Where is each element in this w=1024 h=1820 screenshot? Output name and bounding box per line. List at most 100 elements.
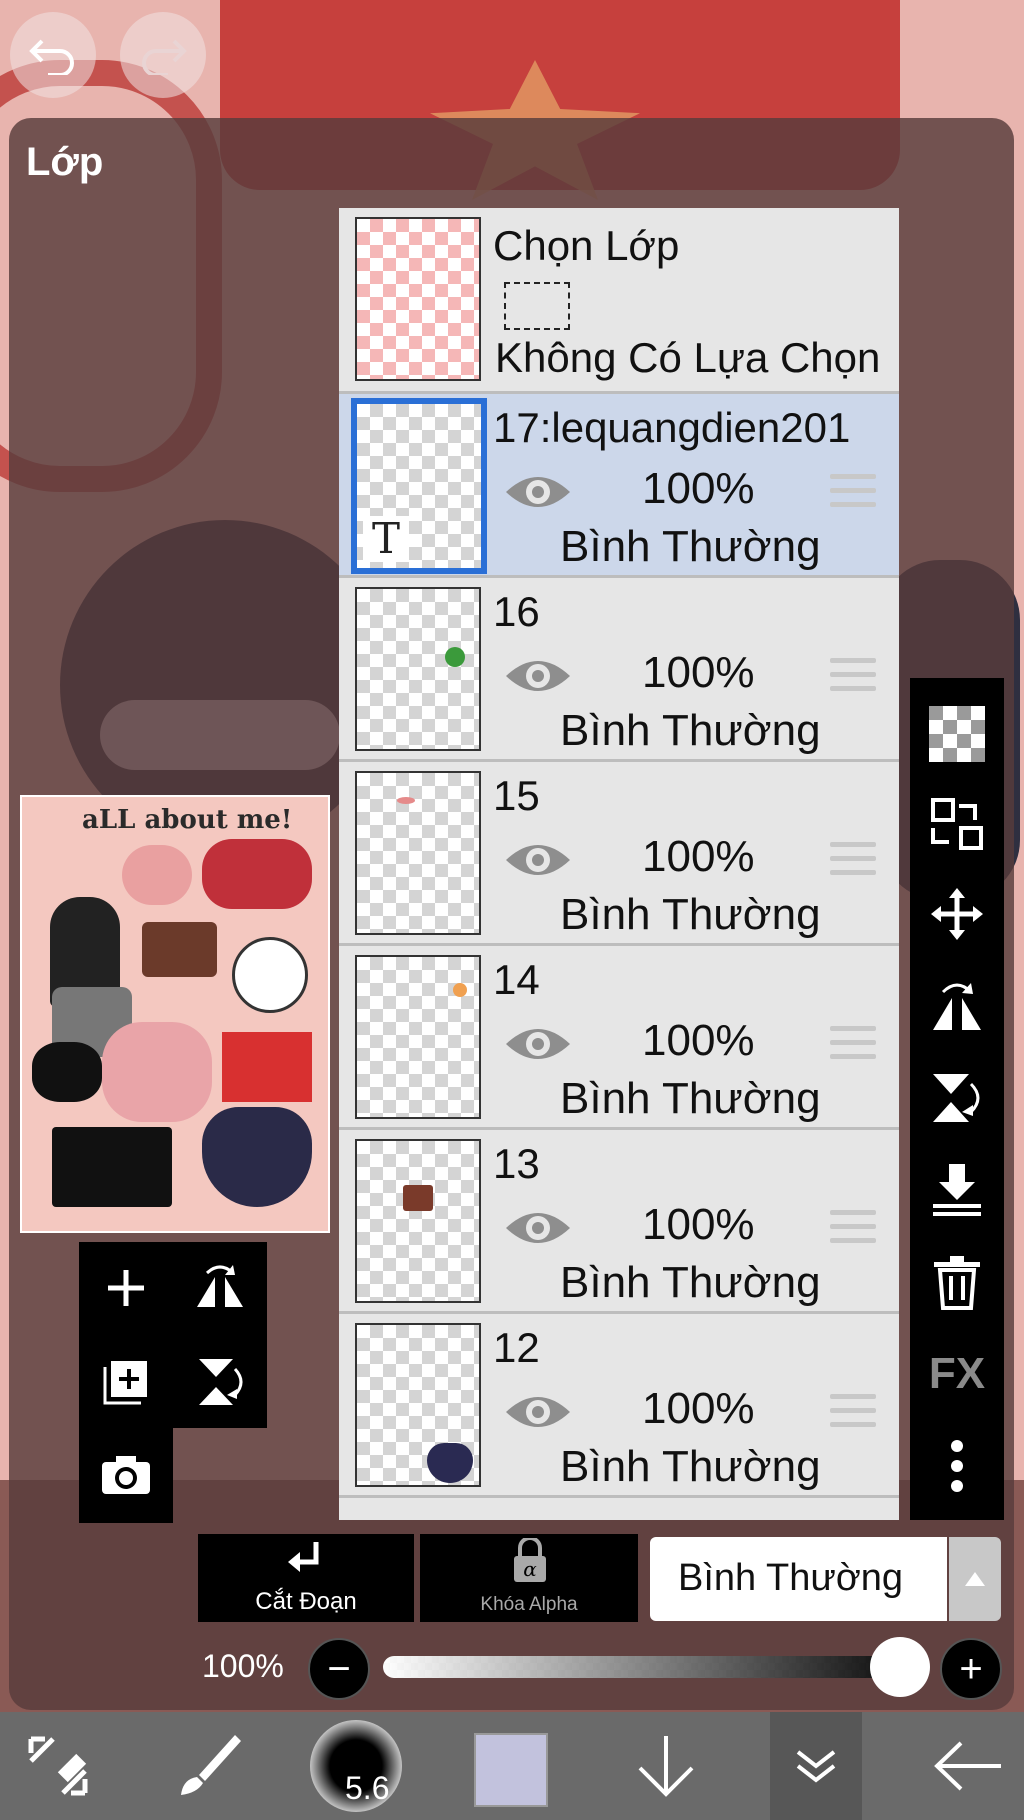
- selection-marquee-icon: [504, 282, 570, 330]
- layer-name: 15: [493, 772, 540, 819]
- selection-status: Không Có Lựa Chọn: [495, 334, 881, 381]
- undo-button[interactable]: [10, 12, 96, 98]
- layer-name: 12: [493, 1324, 540, 1371]
- eye-icon[interactable]: [504, 470, 572, 514]
- layer-row-13[interactable]: 13 100% Bình Thường: [339, 1130, 899, 1314]
- back-button[interactable]: [920, 1712, 1016, 1820]
- layer-row-15[interactable]: 15 100% Bình Thường: [339, 762, 899, 946]
- move-arrows-icon: [931, 888, 983, 940]
- preview-title-art: aLL about me!: [82, 805, 293, 835]
- drag-handle-icon[interactable]: [830, 1394, 876, 1436]
- opacity-decrease-button[interactable]: −: [308, 1638, 370, 1700]
- selection-layer[interactable]: Chọn Lớp Không Có Lựa Chọn: [339, 208, 899, 394]
- layer-swap-button[interactable]: [910, 778, 1004, 870]
- layer-opacity: 100%: [642, 1384, 755, 1433]
- opacity-label: 100%: [202, 1648, 284, 1684]
- layer-opacity: 100%: [642, 1200, 755, 1249]
- preview-heart: [202, 1107, 312, 1207]
- opacity-slider-thumb[interactable]: [870, 1637, 930, 1697]
- triangle-up-icon: [965, 1572, 985, 1586]
- clipping-button[interactable]: Cắt Đoạn: [198, 1534, 414, 1622]
- layer-blend-mode: Bình Thường: [560, 1258, 821, 1307]
- svg-text:α: α: [523, 1557, 537, 1581]
- layer-tools-column: FX: [910, 678, 1004, 1520]
- opacity-slider[interactable]: [383, 1656, 903, 1678]
- layers-collapse-button[interactable]: [770, 1712, 862, 1820]
- left-toolbox-bottom: [79, 1428, 173, 1523]
- alpha-lock-button[interactable]: α Khóa Alpha: [420, 1534, 638, 1622]
- trash-icon: [934, 1256, 980, 1310]
- flip-layer-vertical-button[interactable]: [910, 1052, 1004, 1144]
- more-options-button[interactable]: [910, 1420, 1004, 1512]
- thumbnail-content: [403, 1185, 433, 1211]
- preview-animal-bubble: [202, 839, 312, 909]
- drag-handle-icon[interactable]: [830, 1026, 876, 1068]
- brush-size-value: 5.6: [345, 1770, 390, 1806]
- layer-list[interactable]: Chọn Lớp Không Có Lựa Chọn T 17:lequangd…: [339, 208, 899, 1520]
- thumbnail-content: [445, 647, 465, 667]
- flip-layer-horizontal-button[interactable]: [910, 960, 1004, 1052]
- eye-icon[interactable]: [504, 1206, 572, 1250]
- more-vertical-icon: [951, 1440, 963, 1492]
- layer-opacity: 100%: [642, 1016, 755, 1065]
- clipping-label: Cắt Đoạn: [255, 1588, 357, 1615]
- brush-tool-button[interactable]: [160, 1712, 256, 1820]
- layer-thumbnail: [355, 1323, 481, 1487]
- flip-horizontal-icon: [933, 983, 981, 1030]
- flip-horizontal-button[interactable]: [173, 1242, 267, 1334]
- drag-handle-icon[interactable]: [830, 474, 876, 516]
- thumbnail-content: [453, 983, 467, 997]
- alpha-lock-label: Khóa Alpha: [480, 1594, 578, 1615]
- color-swatch[interactable]: [474, 1733, 548, 1807]
- lock-alpha-icon: α: [514, 1538, 546, 1582]
- layer-thumbnail: [355, 1139, 481, 1303]
- add-copy-layer-button[interactable]: [79, 1336, 173, 1428]
- left-toolbox: [79, 1242, 267, 1428]
- brush-icon: [181, 1735, 241, 1795]
- layer-row-12[interactable]: 12 100% Bình Thường: [339, 1314, 899, 1498]
- duplicate-layer-icon: [103, 1361, 147, 1405]
- layer-opacity: 100%: [642, 648, 755, 697]
- preview-plate: [232, 937, 308, 1013]
- drag-handle-icon[interactable]: [830, 658, 876, 700]
- layer-thumbnail: T: [351, 398, 487, 574]
- layer-name: 14: [493, 956, 540, 1003]
- layer-row-17[interactable]: T 17:lequangdien201 100% Bình Thường: [339, 394, 899, 578]
- blend-mode-select[interactable]: Bình Thường: [650, 1537, 947, 1621]
- camera-icon: [102, 1456, 150, 1494]
- layer-down-button[interactable]: [618, 1712, 714, 1820]
- drag-handle-icon[interactable]: [830, 1210, 876, 1252]
- camera-button[interactable]: [79, 1428, 173, 1520]
- eye-icon[interactable]: [504, 1390, 572, 1434]
- blend-mode-value: Bình Thường: [678, 1557, 904, 1599]
- fx-button[interactable]: FX: [910, 1328, 1004, 1420]
- add-layer-button[interactable]: [79, 1242, 173, 1334]
- layer-row-14[interactable]: 14 100% Bình Thường: [339, 946, 899, 1130]
- drag-handle-icon[interactable]: [830, 842, 876, 884]
- checkerboard-icon: [929, 706, 985, 762]
- canvas-preview: aLL about me!: [20, 795, 330, 1233]
- layer-blend-mode: Bình Thường: [560, 890, 821, 939]
- transform-tools-icon: [28, 1736, 88, 1796]
- transparent-fill-button[interactable]: [910, 688, 1004, 780]
- opacity-increase-button[interactable]: +: [940, 1638, 1002, 1700]
- move-button[interactable]: [910, 868, 1004, 960]
- arrow-left-icon: [934, 1741, 1001, 1791]
- layer-row-16[interactable]: 16 100% Bình Thường: [339, 578, 899, 762]
- layer-thumbnail: [355, 771, 481, 935]
- layer-blend-mode: Bình Thường: [560, 522, 821, 571]
- layer-opacity: 100%: [642, 832, 755, 881]
- delete-layer-button[interactable]: [910, 1236, 1004, 1328]
- redo-button[interactable]: [120, 12, 206, 98]
- flip-vertical-button[interactable]: [173, 1336, 267, 1428]
- selection-thumbnail: [355, 217, 481, 381]
- selection-tool-button[interactable]: [10, 1712, 106, 1820]
- merge-down-icon: [933, 1164, 981, 1216]
- eye-icon[interactable]: [504, 654, 572, 698]
- eye-icon[interactable]: [504, 1022, 572, 1066]
- layer-opacity: 100%: [642, 464, 755, 513]
- merge-down-button[interactable]: [910, 1144, 1004, 1236]
- eye-icon[interactable]: [504, 838, 572, 882]
- layer-blend-mode: Bình Thường: [560, 1074, 821, 1123]
- blend-mode-dropdown-button[interactable]: [949, 1537, 1001, 1621]
